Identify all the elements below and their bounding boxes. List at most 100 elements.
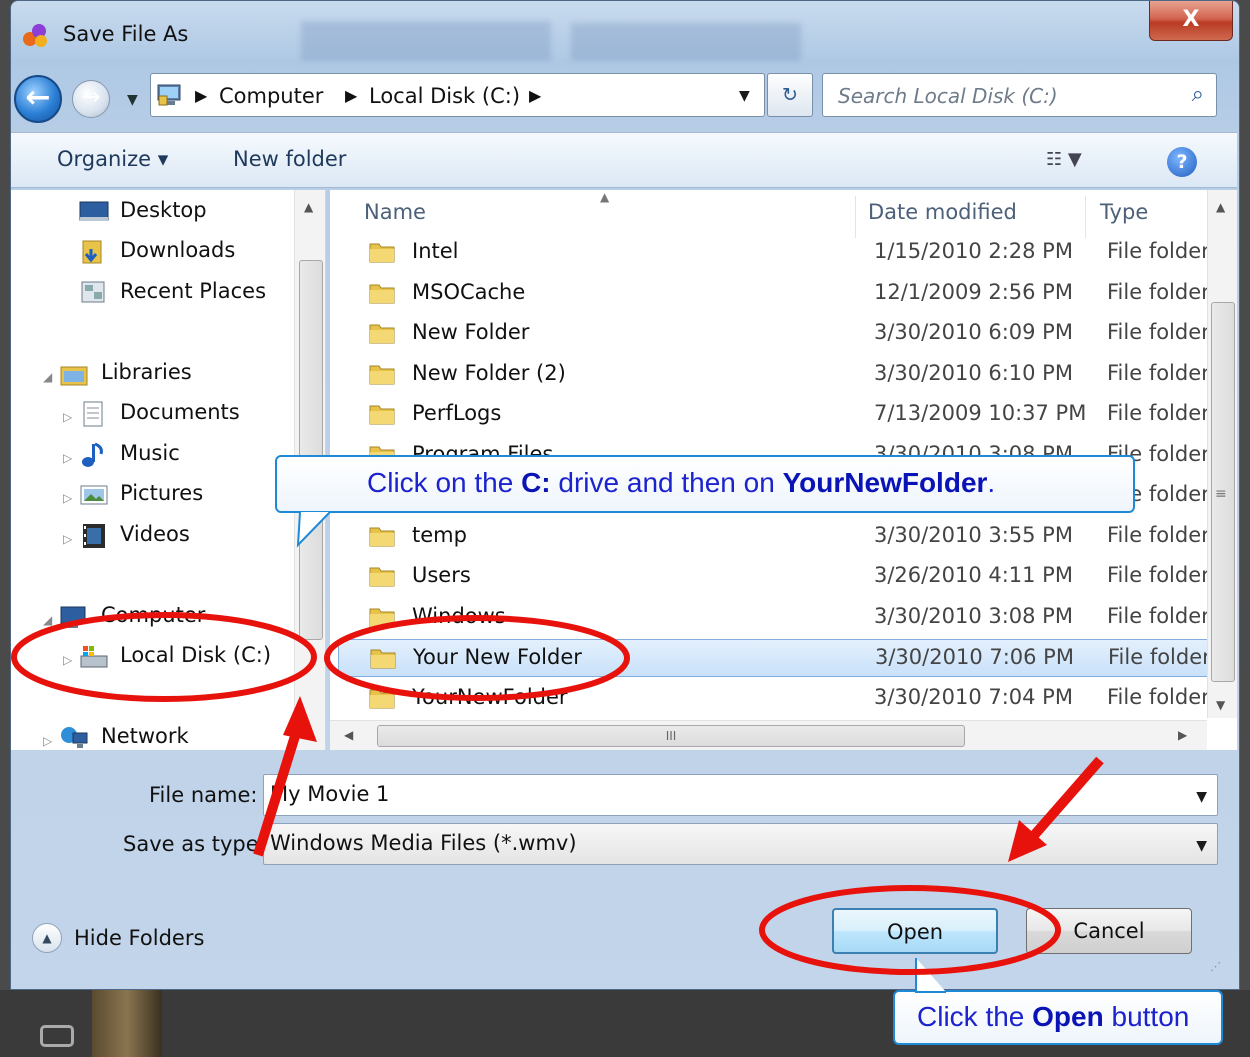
organize-menu-button[interactable]: Organize ▾ [57, 147, 168, 171]
music-icon [82, 442, 103, 467]
folder-icon [369, 567, 395, 587]
change-view-icon[interactable]: ☷ ▼ [1046, 149, 1082, 170]
breadcrumb-local-disk[interactable]: Local Disk (C:) [369, 84, 520, 108]
hide-folders-label: Hide Folders [74, 926, 205, 950]
folder-icon [369, 365, 395, 384]
file-type: File folder [1107, 239, 1207, 263]
column-header-name[interactable]: Name [364, 200, 426, 224]
expand-local-disk-icon[interactable]: ▷ [63, 653, 72, 667]
table-row[interactable]: YourNewFolder 3/30/2010 7:04 PM File folde… [338, 680, 1212, 718]
expand-videos-icon[interactable]: ▷ [63, 532, 72, 546]
forward-button[interactable]: → [72, 80, 110, 118]
file-name: MSOCache [412, 279, 526, 304]
open-button[interactable]: Open [832, 908, 998, 954]
save-as-type-select[interactable]: Windows Media Files (*.wmv) ▼ [263, 823, 1218, 865]
expand-computer-icon[interactable]: ◢ [43, 613, 52, 627]
movie-maker-app-icon [23, 24, 47, 47]
videos-icon [83, 524, 105, 548]
expand-libraries-icon[interactable]: ◢ [43, 370, 52, 384]
horizontal-scroll-thumb[interactable]: III [377, 725, 965, 747]
save-as-type-value: Windows Media Files (*.wmv) [270, 831, 577, 855]
instruction-callout-1: Click on the C: drive and then on YourNe… [275, 455, 1135, 513]
file-date-modified: 3/30/2010 3:55 PM [874, 522, 1073, 547]
expand-documents-icon[interactable]: ▷ [63, 410, 72, 424]
file-name: Windows [412, 603, 506, 628]
history-dropdown-icon[interactable]: ▼ [127, 92, 138, 108]
file-date-modified: 3/30/2010 6:10 PM [874, 360, 1073, 385]
breadcrumb-separator-icon[interactable]: ▶ [345, 86, 357, 105]
libraries-icon [60, 366, 88, 386]
file-name-input[interactable]: My Movie 1 ▼ [263, 774, 1218, 816]
address-bar[interactable]: ▶ Computer ▶ Local Disk (C:) ▶ ▼ [150, 73, 765, 117]
navigation-scroll-thumb[interactable] [299, 260, 323, 640]
file-name: Your New Folder [413, 645, 582, 669]
desktop-icon [79, 201, 109, 221]
file-type: File folder [1107, 320, 1207, 344]
search-icon[interactable]: ⌕ [1192, 82, 1204, 107]
table-row[interactable]: New Folder (2) 3/30/2010 6:10 PM File fold… [338, 356, 1212, 394]
file-type: File folder [1107, 401, 1207, 425]
file-name-label: File name: [149, 783, 258, 807]
background-blur [301, 21, 551, 61]
file-name: New Folder (2) [412, 360, 566, 385]
breadcrumb-separator-icon[interactable]: ▶ [529, 86, 541, 105]
table-row[interactable]: Your New Folder 3/30/2010 7:06 PM File fol… [338, 639, 1212, 677]
file-list-vertical-scrollbar[interactable]: ▲ ≡ ▼ [1207, 190, 1237, 718]
computer-icon [157, 84, 181, 106]
file-type: File folder [1107, 603, 1207, 628]
table-row[interactable]: temp 3/30/2010 3:55 PM File folder [338, 518, 1212, 556]
scroll-up-icon[interactable]: ▲ [1216, 200, 1225, 214]
file-date-modified: 7/13/2009 10:37 PM [874, 401, 1087, 425]
new-folder-button[interactable]: New folder [233, 147, 346, 171]
table-row[interactable]: MSOCache 12/1/2009 2:56 PM File folder [338, 275, 1212, 313]
folder-icon [369, 405, 395, 425]
scroll-down-icon[interactable]: ▼ [1216, 698, 1225, 712]
file-type: File folder [1107, 684, 1207, 709]
scroll-up-icon[interactable]: ▲ [304, 200, 313, 214]
scroll-right-icon[interactable]: ▶ [1178, 728, 1187, 742]
file-list-horizontal-scrollbar[interactable]: ◀ III ▶ [330, 720, 1207, 750]
table-row[interactable]: PerfLogs 7/13/2009 10:37 PM File folder [338, 396, 1212, 434]
local-disk-icon [80, 646, 108, 668]
folder-icon [369, 284, 395, 303]
network-icon [61, 727, 88, 748]
table-row[interactable]: Windows 3/30/2010 3:08 PM File folder [338, 599, 1212, 637]
file-date-modified: 3/30/2010 7:06 PM [875, 645, 1074, 669]
file-name-dropdown-icon[interactable]: ▼ [1196, 789, 1207, 805]
address-dropdown-icon[interactable]: ▼ [739, 88, 750, 104]
file-date-modified: 3/30/2010 6:09 PM [874, 320, 1073, 344]
file-name: Intel [412, 239, 459, 263]
file-date-modified: 3/30/2010 7:04 PM [874, 684, 1073, 709]
table-row[interactable]: Users 3/26/2010 4:11 PM File folder [338, 558, 1212, 596]
documents-icon [83, 401, 103, 427]
expand-music-icon[interactable]: ▷ [63, 451, 72, 465]
refresh-button[interactable]: ↻ [767, 73, 813, 117]
file-name: YourNewFolder [412, 684, 568, 709]
column-header-type[interactable]: Type [1100, 200, 1148, 224]
column-divider[interactable] [1085, 196, 1086, 238]
downloads-folder-icon [82, 240, 102, 264]
pictures-icon [80, 485, 108, 505]
column-divider[interactable] [855, 196, 856, 238]
search-input[interactable]: Search Local Disk (C:) ⌕ [822, 73, 1217, 117]
scroll-left-icon[interactable]: ◀ [344, 728, 353, 742]
back-button[interactable]: ← [14, 75, 62, 123]
folder-icon [369, 689, 395, 708]
cancel-button[interactable]: Cancel [1026, 908, 1192, 954]
folder-icon [369, 324, 395, 344]
save-as-type-dropdown-icon[interactable]: ▼ [1196, 838, 1207, 854]
breadcrumb-computer[interactable]: Computer [219, 84, 323, 108]
file-type: File folder [1107, 279, 1207, 304]
column-header-date-modified[interactable]: Date modified [868, 200, 1017, 224]
background-video-thumbnail [92, 990, 162, 1057]
table-row[interactable]: Intel 1/15/2010 2:28 PM File folder [338, 234, 1212, 272]
folder-icon [369, 608, 395, 627]
close-button[interactable]: X [1149, 1, 1233, 41]
help-icon[interactable]: ? [1167, 147, 1197, 177]
collapse-up-icon[interactable]: ▲ [32, 923, 62, 953]
folder-icon [369, 527, 395, 546]
breadcrumb-separator-icon[interactable]: ▶ [195, 86, 207, 105]
table-row[interactable]: New Folder 3/30/2010 6:09 PM File folder [338, 315, 1212, 353]
expand-network-icon[interactable]: ▷ [43, 734, 52, 748]
expand-pictures-icon[interactable]: ▷ [63, 491, 72, 505]
